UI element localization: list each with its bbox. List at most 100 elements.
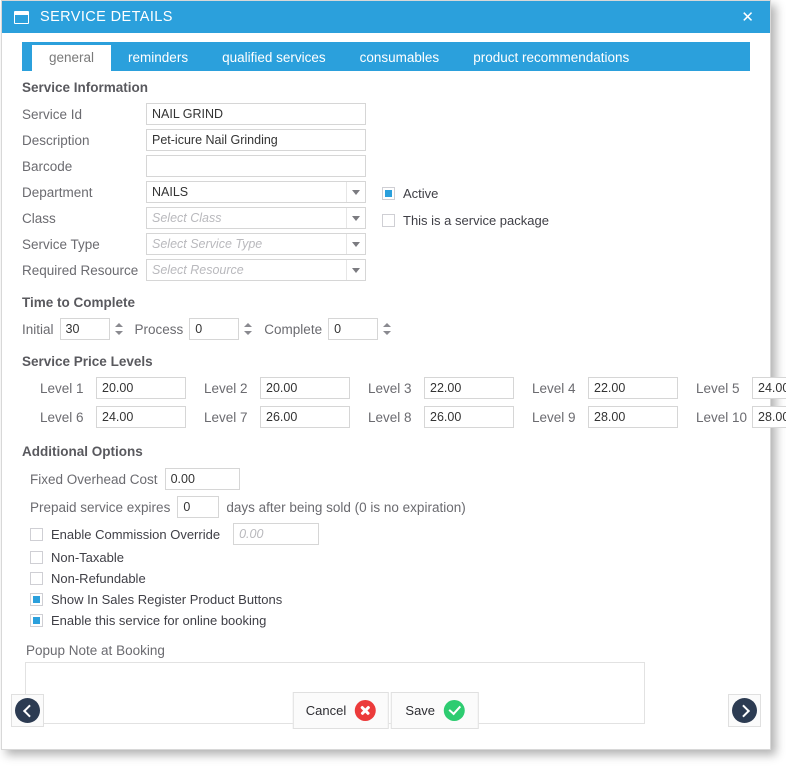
popup-note-label: Popup Note at Booking <box>26 643 165 658</box>
fixed-overhead-input[interactable] <box>164 468 240 490</box>
complete-spinner-icon[interactable] <box>381 318 393 340</box>
barcode-input[interactable] <box>146 155 366 177</box>
window-titlebar: SERVICE DETAILS ✕ <box>2 1 770 33</box>
non-taxable-checkbox[interactable] <box>30 551 43 564</box>
service-price-levels-heading: Service Price Levels <box>22 354 153 369</box>
prepaid-expiry-input[interactable] <box>177 496 220 518</box>
cancel-button[interactable]: Cancel <box>292 692 390 729</box>
chevron-down-icon[interactable] <box>346 234 365 254</box>
price-level-4: Level 4 <box>514 377 678 399</box>
price-level-9: Level 9 <box>514 406 678 428</box>
process-spinner-icon[interactable] <box>242 318 254 340</box>
level-1-input[interactable] <box>96 377 186 399</box>
price-levels-row-top: Level 1 Level 2 Level 3 Level 4 Level 5 <box>22 375 786 401</box>
description-input[interactable] <box>146 129 366 151</box>
field-row-required-resource: Required Resource <box>22 257 750 283</box>
commission-override-checkbox[interactable] <box>30 527 43 541</box>
complete-stepper[interactable] <box>328 318 403 340</box>
chevron-left-icon <box>15 698 40 723</box>
checkbox-row-non-taxable[interactable]: Non-Taxable <box>30 547 750 568</box>
show-in-sales-register-checkbox[interactable] <box>30 593 43 606</box>
window-icon <box>14 10 29 24</box>
price-level-6: Level 6 <box>22 406 186 428</box>
class-input[interactable] <box>146 207 366 229</box>
process-stepper[interactable] <box>189 318 264 340</box>
field-row-barcode: Barcode <box>22 153 750 179</box>
price-level-1: Level 1 <box>22 377 186 399</box>
chevron-right-icon <box>732 698 757 723</box>
department-combo[interactable] <box>146 181 366 203</box>
tab-qualified-services[interactable]: qualified services <box>205 45 343 71</box>
level-7-input[interactable] <box>260 406 350 428</box>
class-combo[interactable] <box>146 207 366 229</box>
action-buttons: Cancel Save <box>292 692 480 729</box>
level-10-input[interactable] <box>752 406 786 428</box>
checkbox-row-online-booking[interactable]: Enable this service for online booking <box>30 610 750 631</box>
service-type-input[interactable] <box>146 233 366 255</box>
level-7-label: Level 7 <box>204 409 248 425</box>
level-4-label: Level 4 <box>532 380 576 396</box>
checkbox-row-active[interactable]: Active <box>382 180 549 207</box>
process-input[interactable] <box>189 318 240 340</box>
window-title: SERVICE DETAILS <box>40 9 173 25</box>
show-in-sales-register-label: Show In Sales Register Product Buttons <box>51 592 283 607</box>
tab-consumables[interactable]: consumables <box>343 45 457 71</box>
general-tab-panel: Service Information Service Id Descripti… <box>2 80 786 724</box>
level-5-label: Level 5 <box>696 380 740 396</box>
level-2-input[interactable] <box>260 377 350 399</box>
time-to-complete-heading: Time to Complete <box>22 295 136 310</box>
non-refundable-checkbox[interactable] <box>30 572 43 585</box>
level-6-input[interactable] <box>96 406 186 428</box>
required-resource-combo[interactable] <box>146 259 366 281</box>
prepaid-expiry-suffix: days after being sold (0 is no expiratio… <box>226 499 466 515</box>
initial-stepper[interactable] <box>59 318 135 340</box>
commission-override-row[interactable]: Enable Commission Override <box>30 521 750 547</box>
checkbox-row-non-refundable[interactable]: Non-Refundable <box>30 568 750 589</box>
non-taxable-label: Non-Taxable <box>51 550 124 565</box>
level-9-label: Level 9 <box>532 409 576 425</box>
chevron-down-icon[interactable] <box>346 182 365 202</box>
window-footer: Cancel Save <box>2 691 770 749</box>
online-booking-checkbox[interactable] <box>30 614 43 627</box>
initial-input[interactable] <box>59 318 110 340</box>
active-checkbox[interactable] <box>382 187 395 200</box>
checkbox-row-show-in-sales-register[interactable]: Show In Sales Register Product Buttons <box>30 589 750 610</box>
level-3-input[interactable] <box>424 377 514 399</box>
chevron-down-icon[interactable] <box>346 260 365 280</box>
commission-override-input[interactable] <box>233 523 320 545</box>
level-6-label: Level 6 <box>40 409 84 425</box>
complete-input[interactable] <box>328 318 379 340</box>
level-4-input[interactable] <box>588 377 678 399</box>
chevron-down-icon[interactable] <box>346 208 365 228</box>
field-row-service-type: Service Type <box>22 231 750 257</box>
tab-reminders[interactable]: reminders <box>111 45 205 71</box>
close-icon[interactable]: ✕ <box>735 6 760 29</box>
field-row-description: Description <box>22 127 750 153</box>
tab-general[interactable]: general <box>32 45 112 71</box>
level-8-label: Level 8 <box>368 409 412 425</box>
level-1-label: Level 1 <box>40 380 84 396</box>
level-5-input[interactable] <box>752 377 786 399</box>
service-flags-group: Active This is a service package <box>382 180 549 234</box>
level-8-input[interactable] <box>424 406 514 428</box>
prepaid-expiry-label: Prepaid service expires <box>30 499 171 515</box>
tabstrip: general reminders qualified services con… <box>22 42 750 71</box>
initial-spinner-icon[interactable] <box>113 318 125 340</box>
next-record-button[interactable] <box>728 694 761 727</box>
service-package-checkbox[interactable] <box>382 214 395 227</box>
service-type-combo[interactable] <box>146 233 366 255</box>
required-resource-label: Required Resource <box>22 262 139 278</box>
service-id-input[interactable] <box>146 103 366 125</box>
save-button[interactable]: Save <box>391 692 480 729</box>
required-resource-input[interactable] <box>146 259 366 281</box>
level-9-input[interactable] <box>588 406 678 428</box>
barcode-label: Barcode <box>22 158 73 174</box>
checkbox-row-service-package[interactable]: This is a service package <box>382 207 549 234</box>
department-input[interactable] <box>146 181 366 203</box>
description-control <box>146 129 366 151</box>
tab-product-recommendations[interactable]: product recommendations <box>456 45 646 71</box>
process-label: Process <box>134 321 184 337</box>
level-10-label: Level 10 <box>696 409 748 425</box>
previous-record-button[interactable] <box>11 694 44 727</box>
price-level-8: Level 8 <box>350 406 514 428</box>
